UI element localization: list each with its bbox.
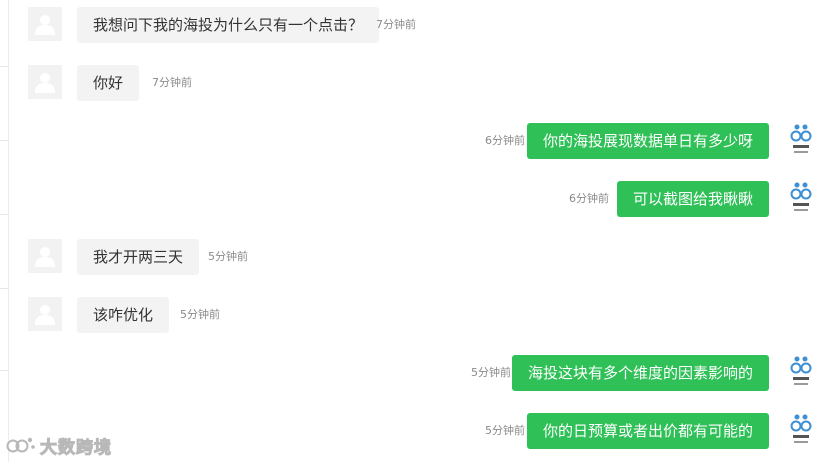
message-bubble[interactable]: 我想问下我的海投为什么只有一个点击？ [77,7,380,43]
agent-avatar [790,413,814,449]
user-silhouette-icon [35,305,55,325]
user-avatar [28,297,62,331]
chat-message-incoming: 你好 7分钟前 [0,65,833,101]
watermark: 大数跨境 [6,432,112,458]
agent-avatar [790,355,814,391]
chat-message-outgoing: 5分钟前 海投这块有多个维度的因素影响的 [0,355,833,391]
chat-message-incoming: 该咋优化 5分钟前 [0,297,833,333]
message-bubble[interactable]: 可以截图给我瞅瞅 [616,181,769,217]
message-timestamp: 6分钟前 [485,134,525,147]
user-silhouette-icon [35,15,55,35]
message-timestamp: 7分钟前 [152,76,192,89]
chat-message-outgoing: 5分钟前 你的日预算或者出价都有可能的 [0,413,833,449]
message-bubble[interactable]: 海投这块有多个维度的因素影响的 [511,355,769,391]
watermark-logo-icon [6,437,35,453]
user-avatar [28,239,62,273]
agent-avatar [790,123,814,159]
message-timestamp: 5分钟前 [208,250,248,263]
message-bubble[interactable]: 我才开两三天 [77,239,200,275]
watermark-text: 大数跨境 [40,437,112,458]
message-timestamp: 5分钟前 [180,308,220,321]
chat-message-outgoing: 6分钟前 你的海投展现数据单日有多少呀 [0,123,833,159]
message-timestamp: 7分钟前 [376,18,416,31]
message-bubble[interactable]: 你的海投展现数据单日有多少呀 [526,123,769,159]
agent-logo-icon [790,414,812,443]
message-bubble[interactable]: 该咋优化 [77,297,170,333]
chat-message-incoming: 我才开两三天 5分钟前 [0,239,833,275]
message-timestamp: 6分钟前 [569,192,609,205]
chat-message-outgoing: 6分钟前 可以截图给我瞅瞅 [0,181,833,217]
agent-avatar [790,181,814,217]
message-timestamp: 5分钟前 [471,366,511,379]
agent-logo-icon [790,356,812,385]
agent-logo-icon [790,182,812,211]
chat-message-incoming: 我想问下我的海投为什么只有一个点击？ 7分钟前 [0,7,833,43]
user-avatar [28,7,62,41]
message-bubble[interactable]: 你好 [77,65,140,101]
agent-logo-icon [790,124,812,153]
panel-divider [0,288,8,289]
user-silhouette-icon [35,73,55,93]
message-timestamp: 5分钟前 [485,424,525,437]
user-avatar [28,65,62,99]
message-bubble[interactable]: 你的日预算或者出价都有可能的 [526,413,769,449]
user-silhouette-icon [35,247,55,267]
